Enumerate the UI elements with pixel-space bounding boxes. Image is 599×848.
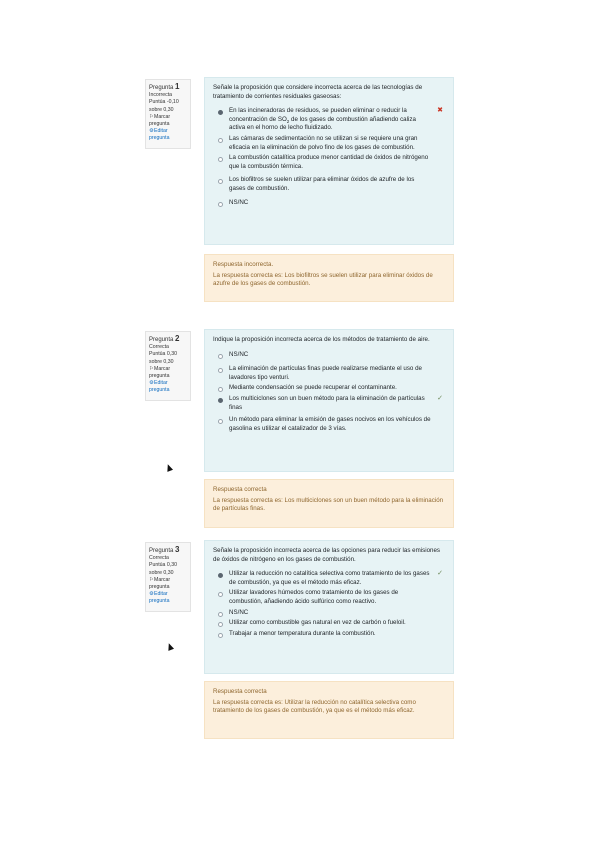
question-state: Correcta [149, 555, 169, 562]
answer-option[interactable]: NS/NC [213, 609, 445, 618]
question-3-formulation: Señale la proposición incorrecta acerca … [204, 540, 454, 674]
right-answer: La respuesta correcta es: Los multiciclo… [213, 496, 444, 513]
answer-option[interactable]: Los biofiltros se suelen utilizar para e… [213, 176, 445, 193]
question-text: Indique la proposición incorrecta acerca… [213, 336, 430, 343]
answer-option[interactable]: Utilizar la reducción no catalítica sele… [213, 570, 445, 587]
radio-button[interactable] [218, 157, 223, 163]
question-number: Pregunta 3 [149, 545, 180, 555]
feedback-state: Respuesta correcta [213, 486, 267, 493]
radio-button[interactable] [218, 353, 223, 359]
flag-question-link[interactable]: ⚐Marcar pregunta [149, 577, 187, 591]
flag-question-link[interactable]: ⚐Marcar pregunta [149, 114, 187, 128]
answer-option[interactable]: Un método para eliminar la emisión de ga… [213, 416, 445, 433]
radio-button[interactable] [218, 368, 223, 374]
correct-icon: ✓ [437, 394, 443, 402]
incorrect-icon: ✖ [437, 107, 443, 115]
radio-button[interactable] [218, 179, 223, 185]
mouse-cursor-icon [164, 463, 174, 472]
radio-button[interactable] [218, 573, 223, 579]
answer-option[interactable]: NS/NC [213, 199, 445, 208]
answer-option[interactable]: Utilizar lavadores húmedos como tratamie… [213, 589, 445, 606]
radio-button[interactable] [218, 419, 223, 425]
mouse-cursor-icon [165, 642, 175, 651]
question-state: Correcta [149, 344, 169, 351]
question-1-feedback: Respuesta incorrecta. La respuesta corre… [204, 254, 454, 302]
flag-question-link[interactable]: ⚐Marcar pregunta [149, 366, 187, 380]
answer-list: En las incineradoras de residuos, se pue… [213, 107, 445, 207]
right-answer: La respuesta correcta es: Utilizar la re… [213, 698, 416, 715]
question-1-formulation: Señale la proposición que considere inco… [204, 77, 454, 245]
edit-question-link[interactable]: ⚙Editar pregunta [149, 380, 187, 394]
radio-button[interactable] [218, 622, 223, 628]
question-3-info: Pregunta 3 Correcta Puntúa 0,30 sobre 0,… [145, 542, 191, 612]
correct-icon: ✓ [437, 570, 443, 578]
answer-option[interactable]: Utilizar como combustible gas natural en… [213, 619, 445, 628]
answer-option[interactable]: En las incineradoras de residuos, se pue… [213, 107, 445, 133]
question-score: Puntúa 0,30 sobre 0,30 [149, 351, 177, 365]
answer-option[interactable]: Mediante condensación se puede recuperar… [213, 384, 445, 393]
radio-button[interactable] [218, 201, 223, 207]
radio-button[interactable] [218, 387, 223, 393]
feedback-state: Respuesta correcta [213, 688, 267, 695]
radio-button[interactable] [218, 592, 223, 598]
feedback-state: Respuesta incorrecta. [213, 261, 274, 268]
question-1-info: Pregunta 1 Incorrecta Puntúa -0,10 sobre… [145, 79, 191, 149]
question-score: Puntúa -0,10 sobre 0,30 [149, 99, 179, 113]
answer-option[interactable]: NS/NC [213, 351, 445, 360]
question-number: Pregunta 1 [149, 82, 180, 92]
answer-option[interactable]: Los multiciclones son un buen método par… [213, 395, 445, 412]
radio-button[interactable] [218, 632, 223, 638]
radio-button[interactable] [218, 137, 223, 143]
answer-option[interactable]: La eliminación de partículas finas puede… [213, 365, 445, 382]
right-answer: La respuesta correcta es: Los biofiltros… [213, 271, 433, 288]
edit-question-link[interactable]: ⚙Editar pregunta [149, 128, 187, 142]
answer-option[interactable]: La combustión catalítica produce menor c… [213, 154, 445, 171]
question-2-feedback: Respuesta correcta La respuesta correcta… [204, 479, 454, 528]
radio-button[interactable] [218, 397, 223, 403]
radio-button[interactable] [218, 611, 223, 617]
answer-option[interactable]: Trabajar a menor temperatura durante la … [213, 630, 445, 639]
question-state: Incorrecta [149, 92, 173, 99]
answer-option[interactable]: Las cámaras de sedimentación no se utili… [213, 135, 445, 152]
question-2-info: Pregunta 2 Correcta Puntúa 0,30 sobre 0,… [145, 331, 191, 401]
answer-list: NS/NC La eliminación de partículas finas… [213, 351, 445, 434]
question-score: Puntúa 0,30 sobre 0,30 [149, 562, 177, 576]
question-number: Pregunta 2 [149, 334, 180, 344]
question-2-formulation: Indique la proposición incorrecta acerca… [204, 329, 454, 472]
question-text: Señale la proposición incorrecta acerca … [213, 547, 440, 563]
question-text: Señale la proposición que considere inco… [213, 84, 423, 100]
radio-button[interactable] [218, 110, 223, 116]
answer-list: Utilizar la reducción no catalítica sele… [213, 570, 445, 638]
edit-question-link[interactable]: ⚙Editar pregunta [149, 591, 187, 605]
question-3-feedback: Respuesta correcta La respuesta correcta… [204, 681, 454, 739]
